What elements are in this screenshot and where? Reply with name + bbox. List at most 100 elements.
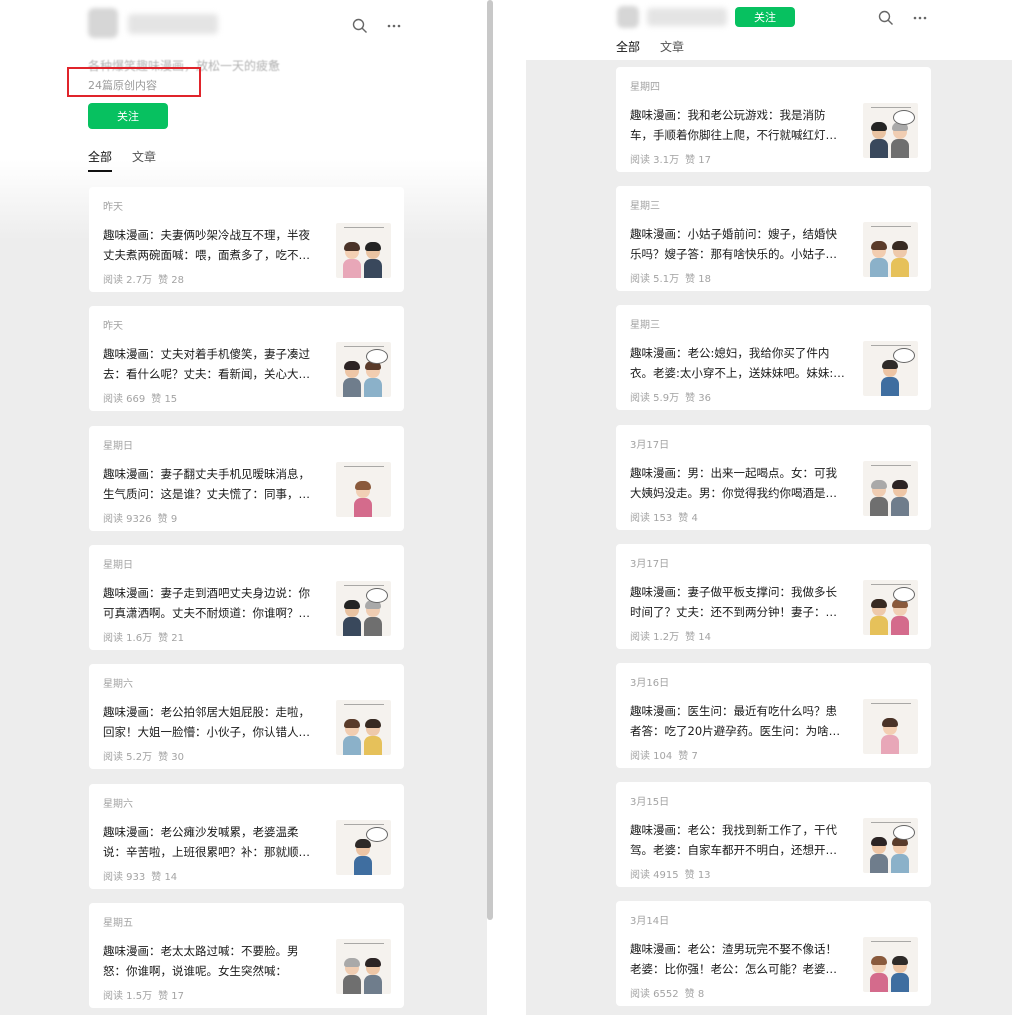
read-count: 阅读 104 — [630, 751, 673, 762]
like-count: 赞 7 — [678, 751, 698, 762]
account-name — [128, 14, 218, 34]
read-count: 阅读 5.2万 — [103, 752, 153, 763]
like-count: 赞 28 — [158, 275, 184, 286]
article-title[interactable]: 趣味漫画：老太太路过喊：不要脸。男怒：你谁啊，说谁呢。女生突然喊：妈，… — [103, 941, 321, 981]
article-card[interactable]: 星期三趣味漫画：小姑子婚前问：嫂子，结婚快乐吗？嫂子答：那有啥快乐的。小姑子… 阅… — [616, 186, 931, 291]
article-title[interactable]: 趣味漫画：男：出来一起喝点。女：可我大姨妈没走。男：你觉得我约你喝酒是… — [630, 463, 848, 503]
article-title[interactable]: 趣味漫画：妻子走到酒吧丈夫身边说：你可真潇洒啊。丈夫不耐烦道：你谁啊？… — [103, 583, 321, 623]
like-count: 赞 9 — [157, 514, 178, 525]
article-stats: 阅读 5.2万赞 30 — [103, 748, 184, 763]
read-count: 阅读 2.7万 — [103, 275, 153, 286]
article-date: 3月17日 — [630, 559, 670, 570]
article-stats: 阅读 1.2万赞 14 — [630, 628, 711, 643]
article-title[interactable]: 趣味漫画：妻子做平板支撑问：我做多长时间了？丈夫：还不到两分钟！妻子：… — [630, 582, 848, 622]
article-date: 星期六 — [103, 679, 133, 690]
like-count: 赞 17 — [685, 155, 711, 166]
follow-button[interactable]: 关注 — [88, 103, 168, 129]
read-count: 阅读 9326 — [103, 514, 152, 525]
account-avatar[interactable] — [617, 6, 639, 28]
search-icon[interactable] — [349, 15, 371, 37]
article-thumbnail — [336, 223, 391, 278]
article-card[interactable]: 昨天 趣味漫画：丈夫对着手机傻笑，妻子凑过去：看什么呢？丈夫：看新闻，关心大… 阅读… — [89, 306, 404, 411]
read-count: 阅读 153 — [630, 513, 673, 524]
read-count: 阅读 5.1万 — [630, 274, 680, 285]
article-thumbnail — [863, 461, 918, 516]
article-title[interactable]: 趣味漫画：我和老公玩游戏：我是消防车，手顺着你脚往上爬，不行就喊红灯… — [630, 105, 848, 145]
article-title[interactable]: 趣味漫画：老公拍邻居大姐屁股：走啦，回家！大姐一脸懵：小伙子，你认错人… — [103, 702, 321, 742]
article-stats: 阅读 1.5万赞 17 — [103, 987, 184, 1002]
article-stats: 阅读 6552 赞 8 — [630, 985, 704, 1000]
read-count: 阅读 5.9万 — [630, 393, 680, 404]
account-avatar[interactable] — [88, 8, 118, 38]
tab-all[interactable]: 全部 — [616, 38, 641, 62]
like-count: 赞 18 — [685, 274, 711, 285]
scrollbar[interactable] — [487, 0, 493, 920]
article-title[interactable]: 趣味漫画：夫妻俩吵架冷战互不理，半夜丈夫煮两碗面喊：喂，面煮多了，吃不… — [103, 225, 321, 265]
article-card[interactable]: 星期三趣味漫画：老公:媳妇，我给你买了件内衣。老婆:太小穿不上，送妹妹吧。妹妹:… — [616, 305, 931, 410]
article-card[interactable]: 星期日趣味漫画：妻子翻丈夫手机见暧昧消息，生气质问：这是谁？丈夫慌了：同事，… 阅… — [89, 426, 404, 531]
article-card[interactable]: 星期日 趣味漫画：妻子走到酒吧丈夫身边说：你可真潇洒啊。丈夫不耐烦道：你谁啊？… 阅… — [89, 545, 404, 650]
article-card[interactable]: 3月17日趣味漫画：男：出来一起喝点。女：可我大姨妈没走。男：你觉得我约你喝酒是… — [616, 425, 931, 530]
like-count: 赞 21 — [158, 633, 184, 644]
article-stats: 阅读 933 赞 14 — [103, 868, 177, 883]
article-title[interactable]: 趣味漫画：丈夫对着手机傻笑，妻子凑过去：看什么呢？丈夫：看新闻，关心大… — [103, 344, 321, 384]
read-count: 阅读 4915 — [630, 870, 679, 881]
article-stats: 阅读 9326 赞 9 — [103, 510, 177, 525]
article-thumbnail — [863, 580, 918, 635]
article-card[interactable]: 3月16日趣味漫画：医生问：最近有吃什么吗？患者答：吃了20片避孕药。医生问：为… — [616, 663, 931, 768]
like-count: 赞 15 — [151, 394, 178, 405]
article-card[interactable]: 昨天趣味漫画：夫妻俩吵架冷战互不理，半夜丈夫煮两碗面喊：喂，面煮多了，吃不… 阅读… — [89, 187, 404, 292]
article-date: 星期三 — [630, 201, 660, 212]
article-thumbnail — [336, 820, 391, 875]
like-count: 赞 36 — [685, 393, 711, 404]
article-thumbnail — [336, 939, 391, 994]
more-icon[interactable] — [383, 15, 405, 37]
like-count: 赞 13 — [684, 870, 711, 881]
article-date: 星期三 — [630, 320, 660, 331]
article-date: 3月16日 — [630, 678, 670, 689]
article-title[interactable]: 趣味漫画：小姑子婚前问：嫂子，结婚快乐吗？嫂子答：那有啥快乐的。小姑子… — [630, 224, 848, 264]
article-date: 3月17日 — [630, 440, 670, 451]
account-name — [647, 8, 727, 26]
article-stats: 阅读 1.6万赞 21 — [103, 629, 184, 644]
search-icon[interactable] — [875, 7, 897, 29]
article-thumbnail — [863, 699, 918, 754]
article-thumbnail — [336, 700, 391, 755]
read-count: 阅读 1.2万 — [630, 632, 680, 643]
article-card[interactable]: 星期六 趣味漫画：老公瘫沙发喊累，老婆温柔说：辛苦啦，上班很累吧？补：那就顺… 阅读… — [89, 784, 404, 889]
article-card[interactable]: 星期四 趣味漫画：我和老公玩游戏：我是消防车，手顺着你脚往上爬，不行就喊红灯… 阅读… — [616, 67, 931, 172]
article-thumbnail — [863, 818, 918, 873]
article-title[interactable]: 趣味漫画：老公：我找到新工作了，干代驾。老婆：自家车都开不明白，还想开… — [630, 820, 848, 860]
more-icon[interactable] — [909, 7, 931, 29]
article-thumbnail — [336, 342, 391, 397]
article-thumbnail — [863, 937, 918, 992]
article-stats: 阅读 5.9万赞 36 — [630, 389, 711, 404]
article-title[interactable]: 趣味漫画：妻子翻丈夫手机见暧昧消息，生气质问：这是谁？丈夫慌了：同事，… — [103, 464, 321, 504]
article-stats: 阅读 5.1万赞 18 — [630, 270, 711, 285]
tab-articles[interactable]: 文章 — [660, 38, 684, 55]
article-title[interactable]: 趣味漫画：老公：渣男玩完不娶不像话！老婆：比你强！老公：怎么可能？老婆… — [630, 939, 848, 979]
right-profile-panel: 关注 全部 文章 星期四 趣味漫画：我和老公玩游戏：我是消防车，手顺着你脚往上爬，… — [497, 0, 1012, 1015]
follow-button[interactable]: 关注 — [735, 7, 795, 27]
article-thumbnail — [863, 341, 918, 396]
article-card[interactable]: 3月17日趣味漫画：妻子做平板支撑问：我做多长时间了？丈夫：还不到两分钟！妻子：… — [616, 544, 931, 649]
article-stats: 阅读 3.1万赞 17 — [630, 151, 711, 166]
article-card[interactable]: 星期六趣味漫画：老公拍邻居大姐屁股：走啦，回家！大姐一脸懵：小伙子，你认错人… 阅… — [89, 664, 404, 769]
like-count: 赞 4 — [678, 513, 698, 524]
article-card[interactable]: 星期五趣味漫画：老太太路过喊：不要脸。男怒：你谁啊，说谁呢。女生突然喊：妈，… 阅… — [89, 903, 404, 1008]
read-count: 阅读 6552 — [630, 989, 679, 1000]
article-title[interactable]: 趣味漫画：老公:媳妇，我给你买了件内衣。老婆:太小穿不上，送妹妹吧。妹妹:… — [630, 343, 848, 383]
article-card[interactable]: 3月15日 趣味漫画：老公：我找到新工作了，干代驾。老婆：自家车都开不明白，还想开… — [616, 782, 931, 887]
article-date: 昨天 — [103, 202, 123, 213]
article-title[interactable]: 趣味漫画：老公瘫沙发喊累，老婆温柔说：辛苦啦，上班很累吧？补：那就顺… — [103, 822, 321, 862]
article-title[interactable]: 趣味漫画：医生问：最近有吃什么吗？患者答：吃了20片避孕药。医生问：为啥… — [630, 701, 848, 741]
article-stats: 阅读 153 赞 4 — [630, 509, 698, 524]
article-thumbnail — [863, 222, 918, 277]
article-thumbnail — [336, 462, 391, 517]
read-count: 阅读 933 — [103, 872, 146, 883]
article-card[interactable]: 3月14日 趣味漫画：老公：渣男玩完不娶不像话！老婆：比你强！老公：怎么可能？老婆… — [616, 901, 931, 1006]
like-count: 赞 30 — [158, 752, 184, 763]
tab-articles[interactable]: 文章 — [132, 148, 156, 165]
tab-all[interactable]: 全部 — [88, 148, 113, 172]
article-date: 星期日 — [103, 441, 133, 452]
